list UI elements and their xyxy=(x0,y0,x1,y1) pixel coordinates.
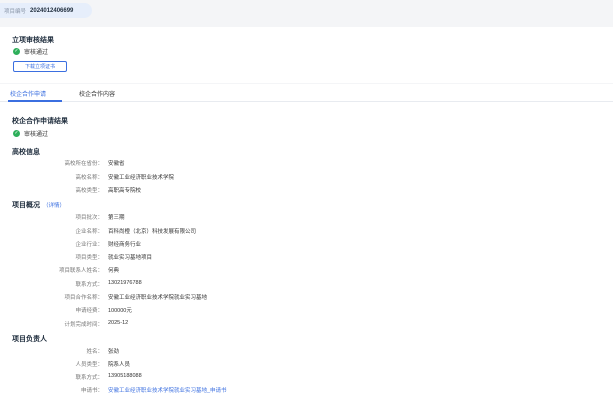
field-label: 企业名称： xyxy=(75,229,103,235)
tab-bar: 校企合作申请 校企合作内容 xyxy=(0,84,613,102)
project-number-value: 2024012406699 xyxy=(30,7,74,14)
school-type-row: 高校类型： 高职高专院校 xyxy=(0,186,400,194)
field-label: 项目类型： xyxy=(75,255,103,261)
field-value: 2025-12 xyxy=(108,320,129,326)
field-value: 就业实习基地项目 xyxy=(108,255,153,261)
company-name-row: 企业名称： 百科尚橙（北京）科技发展有限公司 xyxy=(0,227,400,235)
field-value: 100000元 xyxy=(108,308,132,314)
project-batch-row: 项目批次： 第三期 xyxy=(0,213,400,221)
project-overview-label: 项目概况 xyxy=(12,202,40,209)
funding-row: 申请经费： 100000元 xyxy=(0,306,400,314)
approval-title: 立项审核结果 xyxy=(12,37,54,44)
approval-card: 立项审核结果 ✓ 审核通过 下载立项证书 xyxy=(0,27,613,83)
active-tab-indicator xyxy=(8,100,62,102)
field-label: 姓名： xyxy=(86,349,103,355)
school-province-row: 高校所在省份： 安徽省 xyxy=(0,159,400,167)
check-circle-icon: ✓ xyxy=(13,130,20,137)
field-label: 高校名称： xyxy=(75,175,103,181)
field-value: 13021976788 xyxy=(108,280,142,286)
field-value: 财经商务行业 xyxy=(108,242,142,248)
field-label: 项目批次： xyxy=(75,215,103,221)
field-label: 申请经费： xyxy=(75,308,103,314)
project-number-pill: 项目编号 2024012406699 xyxy=(0,3,92,18)
field-value: 院系人员 xyxy=(108,362,131,368)
field-label: 高校所在省份： xyxy=(64,161,103,167)
field-label: 项目联系人姓名： xyxy=(58,268,103,274)
field-label: 人员类型： xyxy=(75,362,103,368)
field-label: 计划完成时间： xyxy=(64,322,103,328)
field-label: 企业行业： xyxy=(75,242,103,248)
application-status: ✓ 审核通过 xyxy=(13,129,48,138)
field-value: 13905188088 xyxy=(108,373,142,379)
application-status-text: 审核通过 xyxy=(24,132,49,138)
completion-time-row: 计划完成时间： 2025-12 xyxy=(0,320,400,328)
tab-cooperation-content[interactable]: 校企合作内容 xyxy=(79,89,115,98)
check-circle-icon: ✓ xyxy=(13,48,20,55)
application-document-row: 申请书： 安徽工业经济职业技术学院就业实习基地_申请书 xyxy=(0,386,400,394)
school-info-title: 高校信息 xyxy=(12,149,40,156)
field-value: 安徽工业经济职业技术学院就业实习基地 xyxy=(108,295,208,301)
field-value: 张劲 xyxy=(108,349,120,355)
project-overview-title: 项目概况 （详情） xyxy=(12,200,65,210)
field-label: 项目合作名称： xyxy=(64,295,103,301)
company-industry-row: 企业行业： 财经商务行业 xyxy=(0,240,400,248)
field-value: 第三期 xyxy=(108,215,125,221)
tab-cooperation-application[interactable]: 校企合作申请 xyxy=(10,89,46,98)
approval-status: ✓ 审核通过 xyxy=(13,47,48,56)
owner-name-row: 姓名： 张劲 xyxy=(0,347,400,355)
application-title: 校企合作申请结果 xyxy=(12,118,68,125)
field-label: 高校类型： xyxy=(75,188,103,194)
field-label: 联系方式： xyxy=(75,282,103,288)
project-number-label: 项目编号 xyxy=(4,8,27,15)
owner-phone-row: 联系方式： 13905188088 xyxy=(0,373,400,381)
field-value: 安徽工业经济职业技术学院 xyxy=(108,175,175,181)
approval-status-text: 审核通过 xyxy=(24,50,49,56)
application-document-link[interactable]: 安徽工业经济职业技术学院就业实习基地_申请书 xyxy=(108,386,227,394)
field-label: 申请书： xyxy=(80,388,103,394)
download-certificate-button[interactable]: 下载立项证书 xyxy=(13,61,67,72)
owner-type-row: 人员类型： 院系人员 xyxy=(0,360,400,368)
project-type-row: 项目类型： 就业实习基地项目 xyxy=(0,253,400,261)
field-label: 联系方式： xyxy=(75,375,103,381)
field-value: 何典 xyxy=(108,268,120,274)
project-owner-title: 项目负责人 xyxy=(12,336,47,343)
cooperation-name-row: 项目合作名称： 安徽工业经济职业技术学院就业实习基地 xyxy=(0,293,400,301)
field-value: 高职高专院校 xyxy=(108,188,142,194)
contact-phone-row: 联系方式： 13021976788 xyxy=(0,280,400,288)
field-value: 安徽省 xyxy=(108,161,125,167)
contact-name-row: 项目联系人姓名： 何典 xyxy=(0,266,400,274)
detail-link[interactable]: （详情） xyxy=(43,203,65,209)
cooperation-card: 校企合作申请 校企合作内容 校企合作申请结果 ✓ 审核通过 高校信息 高校所在省… xyxy=(0,84,613,408)
field-value: 百科尚橙（北京）科技发展有限公司 xyxy=(108,229,197,235)
school-name-row: 高校名称： 安徽工业经济职业技术学院 xyxy=(0,173,400,181)
